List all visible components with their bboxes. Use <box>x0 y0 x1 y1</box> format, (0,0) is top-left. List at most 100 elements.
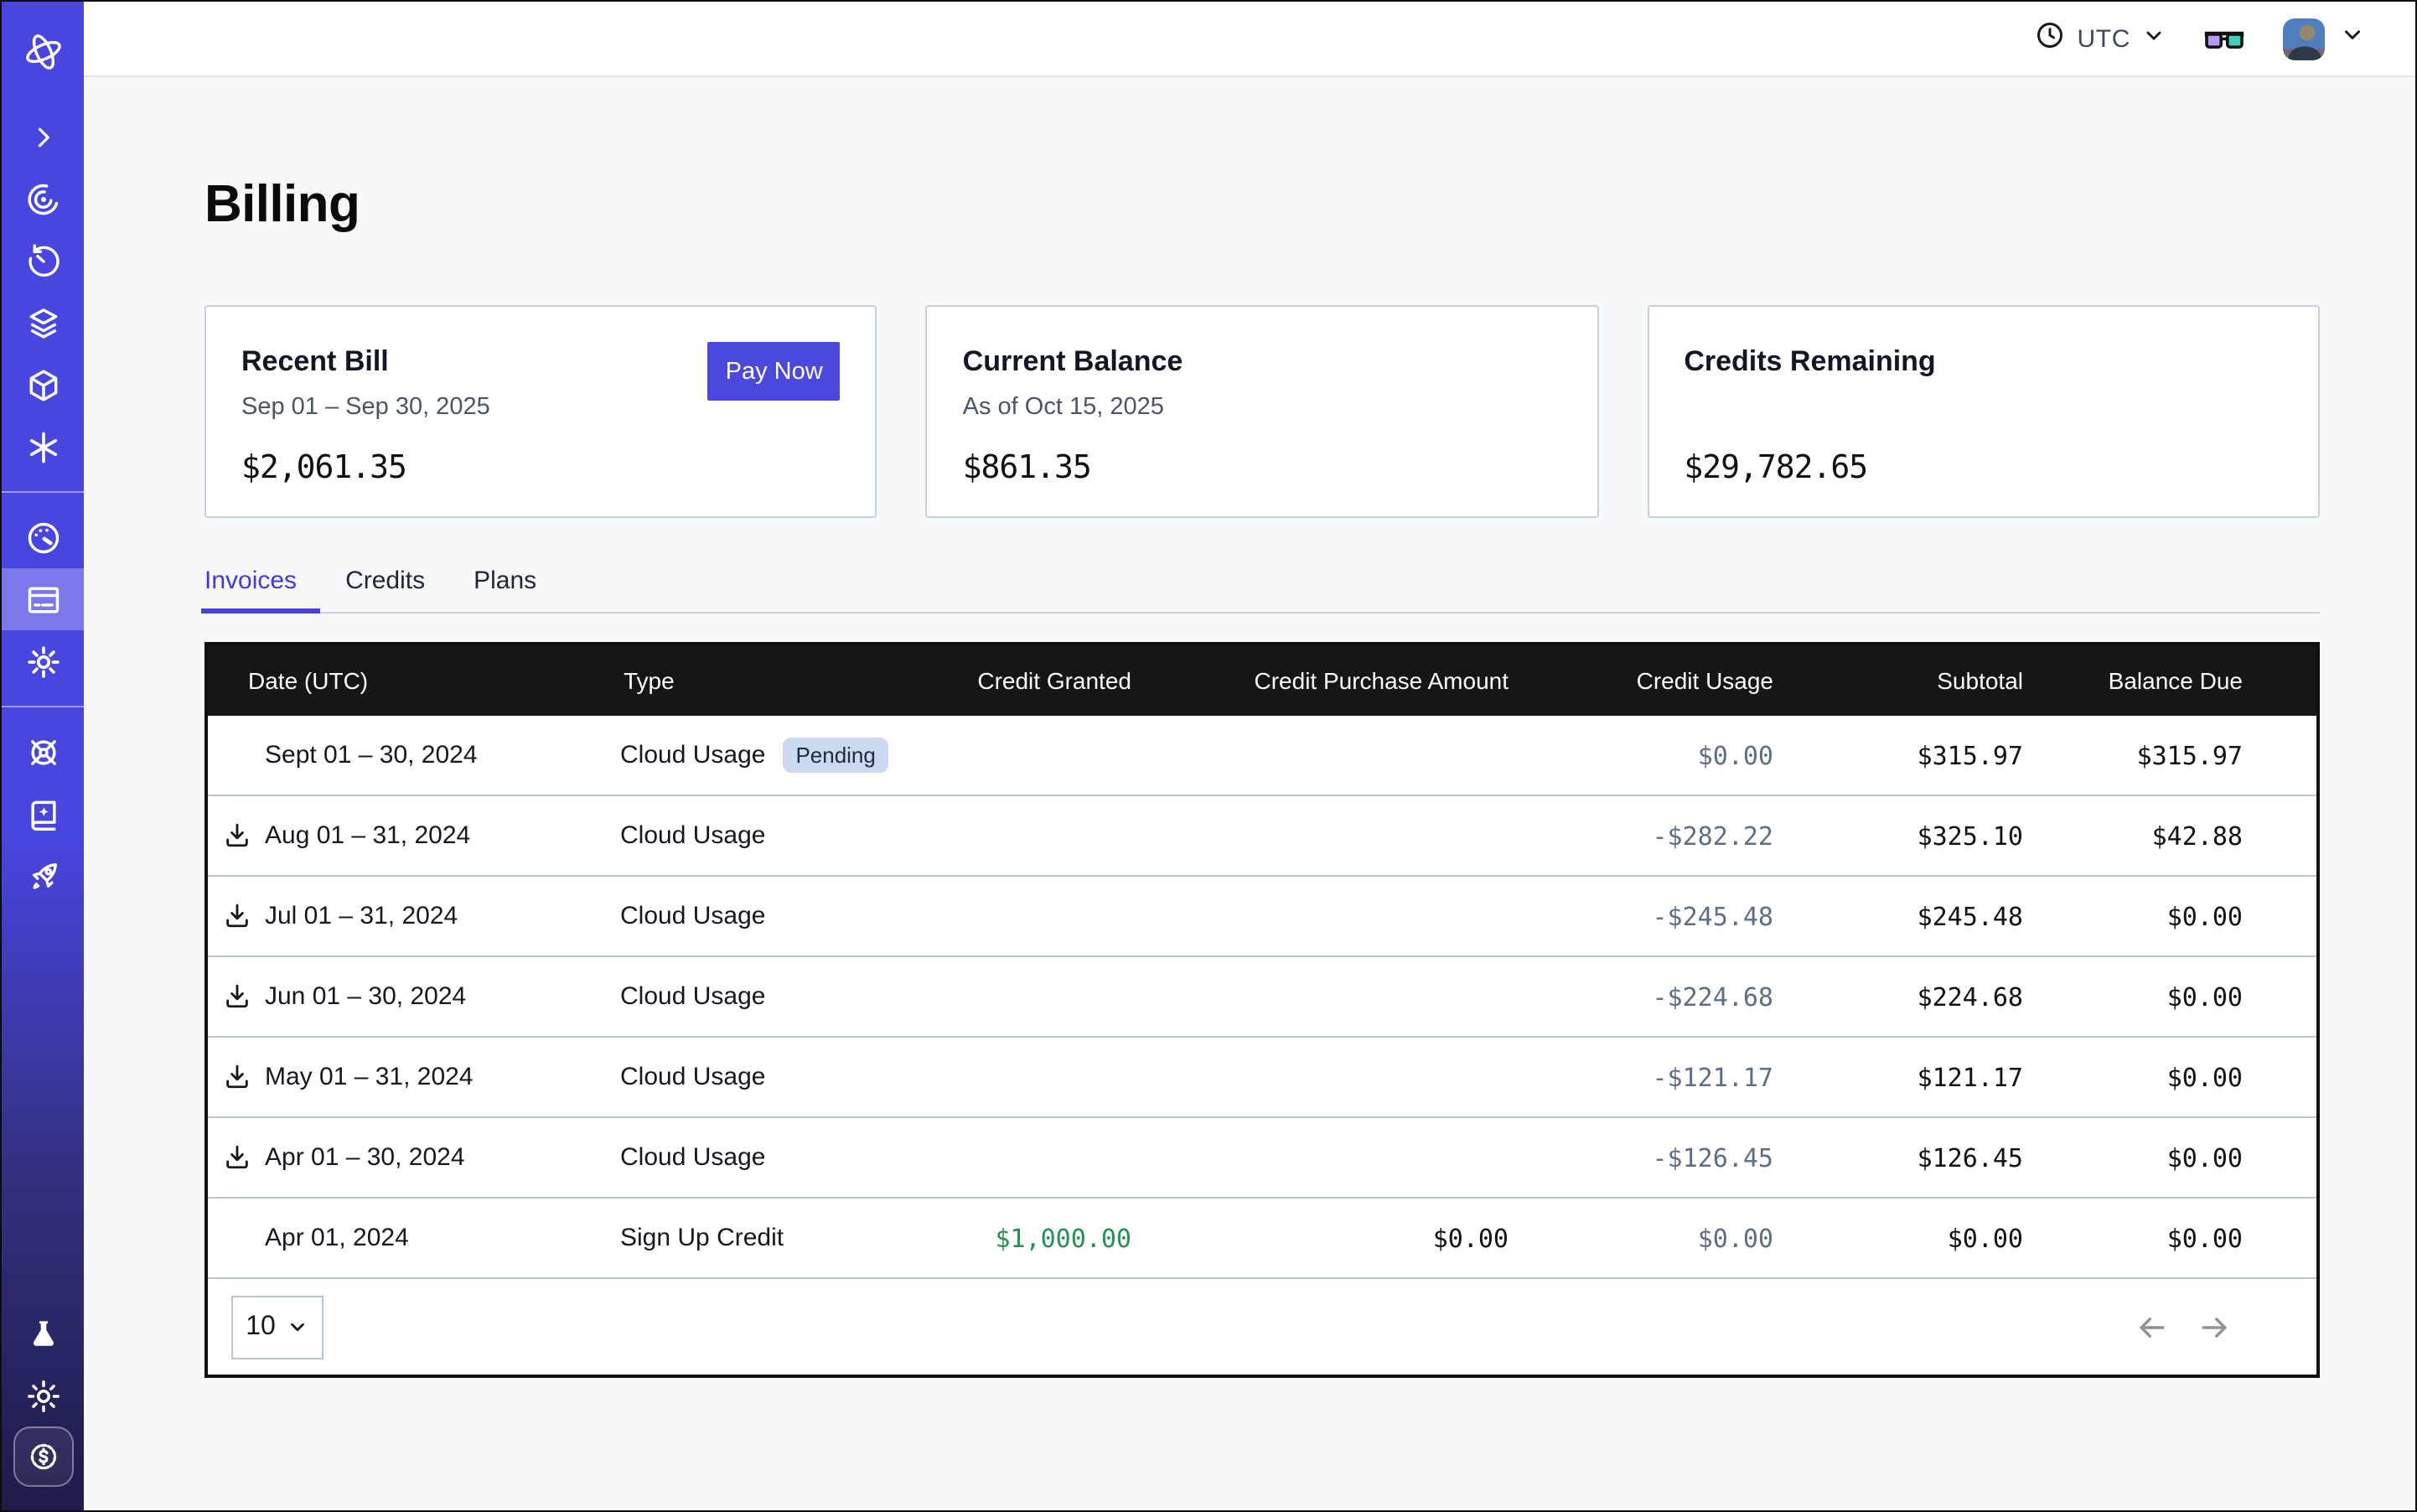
download-invoice-icon[interactable] <box>223 902 251 930</box>
pay-now-button[interactable]: Pay Now <box>708 342 841 401</box>
topbar: UTC <box>84 2 2415 77</box>
tab-invoices[interactable]: Invoices <box>204 567 297 612</box>
billing-tabs: Invoices Credits Plans <box>204 567 2320 614</box>
card-title: Current Balance <box>963 345 1562 379</box>
table-row: Sept 01 – 30, 2024 Cloud Usage Pending $… <box>208 716 2316 796</box>
avatar <box>2283 18 2325 60</box>
table-body: Sept 01 – 30, 2024 Cloud Usage Pending $… <box>208 716 2316 1279</box>
invoice-type: Cloud Usage <box>620 1063 765 1091</box>
status-badge: Pending <box>782 738 888 774</box>
page-size-select[interactable]: 10 <box>231 1295 323 1359</box>
table-row: Jul 01 – 31, 2024 Cloud Usage -$245.48 $… <box>208 877 2316 957</box>
credits-remaining-amount: $29,782.65 <box>1684 449 2283 486</box>
timezone-selector[interactable]: UTC <box>2036 19 2166 58</box>
table-row: Jun 01 – 30, 2024 Cloud Usage -$224.68 $… <box>208 957 2316 1038</box>
current-balance-amount: $861.35 <box>963 449 1562 486</box>
invoice-date: Aug 01 – 31, 2024 <box>265 821 470 850</box>
reader-glasses-button[interactable] <box>2202 23 2246 54</box>
sidebar-divider <box>2 491 84 493</box>
sidebar-divider <box>2 706 84 707</box>
balance-due-value: $0.00 <box>2023 1223 2316 1253</box>
download-invoice-icon[interactable] <box>223 821 251 850</box>
balance-due-value: $0.00 <box>2023 901 2316 931</box>
summary-cards: Recent Bill Sep 01 – Sep 30, 2025 $2,061… <box>204 305 2320 518</box>
cube-icon[interactable] <box>2 354 84 416</box>
invoice-date: Jul 01 – 31, 2024 <box>265 902 458 930</box>
as-of-date: As of Oct 15, 2025 <box>963 394 1562 421</box>
tab-plans[interactable]: Plans <box>474 567 536 612</box>
timer-icon[interactable] <box>2 230 84 292</box>
column-header-credit-granted: Credit Granted <box>929 667 1131 694</box>
subtotal-value: $315.97 <box>1773 740 2023 770</box>
table-row: May 01 – 31, 2024 Cloud Usage -$121.17 $… <box>208 1038 2316 1118</box>
account-menu-button[interactable] <box>2283 18 2365 60</box>
download-invoice-icon[interactable] <box>223 982 251 1011</box>
next-page-button[interactable] <box>2196 1308 2233 1345</box>
gear-icon[interactable] <box>2 630 84 692</box>
support-wheel-icon[interactable] <box>2 721 84 783</box>
column-header-date: Date (UTC) <box>208 667 620 694</box>
balance-due-value: $0.00 <box>2023 981 2316 1012</box>
scan-eye-icon[interactable] <box>2 168 84 230</box>
subtotal-value: $126.45 <box>1773 1142 2023 1173</box>
credit-usage-value: -$245.48 <box>1509 901 1773 931</box>
sidebar <box>2 2 84 1510</box>
flask-icon[interactable] <box>2 1302 84 1364</box>
credits-dollar-badge-button[interactable] <box>13 1427 73 1487</box>
credit-usage-value: -$121.17 <box>1509 1062 1773 1092</box>
invoices-table: Date (UTC) Type Credit Granted Credit Pu… <box>204 642 2320 1378</box>
column-header-subtotal: Subtotal <box>1773 667 2023 694</box>
rocket-icon[interactable] <box>2 845 84 907</box>
column-header-credit-purchase-amount: Credit Purchase Amount <box>1131 667 1509 694</box>
balance-due-value: $315.97 <box>2023 740 2316 770</box>
layers-icon[interactable] <box>2 292 84 354</box>
orbit-logo-icon[interactable] <box>2 18 84 85</box>
chevron-down-icon <box>2142 23 2166 54</box>
docs-book-sparkle-icon[interactable] <box>2 783 84 845</box>
column-header-type: Type <box>620 667 929 694</box>
download-invoice-icon[interactable] <box>223 1143 251 1172</box>
invoice-type: Cloud Usage <box>620 821 765 850</box>
card-title: Credits Remaining <box>1684 345 2283 379</box>
credit-usage-value: -$282.22 <box>1509 821 1773 851</box>
page-title: Billing <box>204 174 2320 235</box>
download-invoice-icon[interactable] <box>223 1063 251 1091</box>
invoice-type: Cloud Usage <box>620 1143 765 1172</box>
subtotal-value: $0.00 <box>1773 1223 2023 1253</box>
balance-due-value: $0.00 <box>2023 1142 2316 1173</box>
table-row: Apr 01 – 30, 2024 Cloud Usage -$126.45 $… <box>208 1118 2316 1199</box>
table-row: Apr 01, 2024 Sign Up Credit $1,000.00 $0… <box>208 1199 2316 1279</box>
chevron-down-icon <box>2340 22 2365 55</box>
sidebar-item-billing[interactable] <box>2 568 84 630</box>
main-content: Billing Recent Bill Sep 01 – Sep 30, 202… <box>84 77 2415 1510</box>
current-balance-card: Current Balance As of Oct 15, 2025 $861.… <box>926 305 1599 518</box>
credit-usage-value: -$126.45 <box>1509 1142 1773 1173</box>
app-window: UTC Billing Recent Bill Sep 0 <box>0 0 2417 1512</box>
sun-brightness-icon[interactable] <box>2 1364 84 1427</box>
credit-purchase-value: $0.00 <box>1131 1223 1509 1253</box>
subtotal-value: $245.48 <box>1773 901 2023 931</box>
arrow-left-icon <box>2134 1308 2171 1345</box>
invoice-date: Apr 01, 2024 <box>265 1224 409 1252</box>
previous-page-button[interactable] <box>2134 1308 2171 1345</box>
balance-due-value: $0.00 <box>2023 1062 2316 1092</box>
table-header-row: Date (UTC) Type Credit Granted Credit Pu… <box>208 645 2316 716</box>
arrow-right-icon <box>2196 1308 2233 1345</box>
subtotal-value: $325.10 <box>1773 821 2023 851</box>
invoice-date: Sept 01 – 30, 2024 <box>265 741 478 769</box>
credit-usage-value: $0.00 <box>1509 1223 1773 1253</box>
pagination-bar: 10 <box>208 1279 2316 1375</box>
invoice-type: Cloud Usage <box>620 741 765 769</box>
recent-bill-amount: $2,061.35 <box>241 449 841 486</box>
expand-sidebar-chevron-right-icon[interactable] <box>2 106 84 168</box>
balance-due-value: $42.88 <box>2023 821 2316 851</box>
gauge-icon[interactable] <box>2 506 84 568</box>
credit-usage-value: $0.00 <box>1509 740 1773 770</box>
tab-credits[interactable]: Credits <box>345 567 425 612</box>
column-header-credit-usage: Credit Usage <box>1509 667 1773 694</box>
recent-bill-card: Recent Bill Sep 01 – Sep 30, 2025 $2,061… <box>204 305 877 518</box>
invoice-type: Cloud Usage <box>620 982 765 1011</box>
subtotal-value: $224.68 <box>1773 981 2023 1012</box>
subtotal-value: $121.17 <box>1773 1062 2023 1092</box>
asterisk-icon[interactable] <box>2 416 84 478</box>
